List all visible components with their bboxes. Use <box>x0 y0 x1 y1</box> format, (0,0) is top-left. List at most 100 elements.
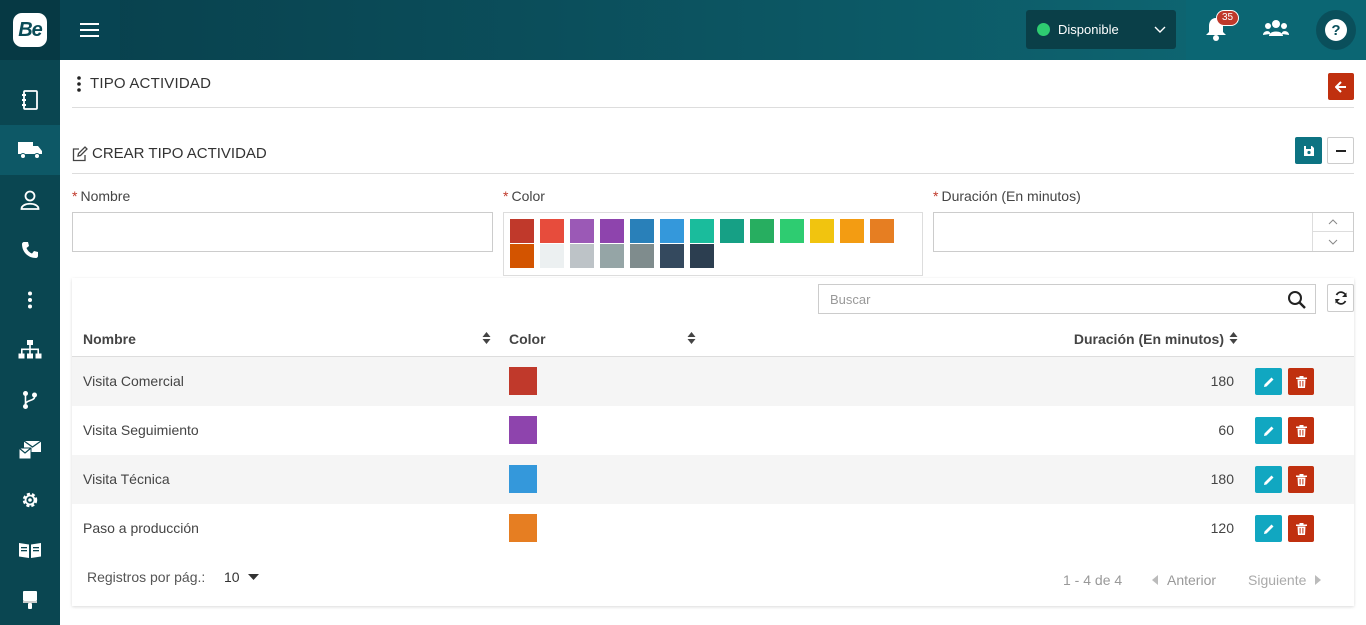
edit-icon <box>72 145 88 161</box>
users-icon <box>1263 20 1289 36</box>
refresh-icon <box>1334 291 1347 305</box>
stepper-up[interactable] <box>1313 213 1353 232</box>
collapse-button[interactable] <box>1327 137 1354 164</box>
edit-button[interactable] <box>1255 368 1282 395</box>
menu-toggle-button[interactable] <box>60 0 120 60</box>
table-header: Nombre Color Duración (En minutos) <box>72 322 1354 357</box>
column-header-color[interactable]: Color <box>509 331 546 347</box>
table-card: Buscar Nombre Color Duración (En minutos… <box>72 278 1354 606</box>
more-vertical-icon[interactable] <box>76 75 82 93</box>
per-page-value: 10 <box>224 569 240 585</box>
required-mark: * <box>503 188 509 204</box>
mail-bulk-icon <box>18 440 42 460</box>
phone-icon <box>22 242 38 258</box>
sidebar-item-more[interactable] <box>0 275 60 325</box>
color-swatch[interactable] <box>600 219 624 243</box>
page-info: 1 - 4 de 4 <box>1063 572 1123 588</box>
row-duration: 180 <box>1210 373 1234 389</box>
name-input[interactable] <box>72 212 493 252</box>
color-swatch[interactable] <box>660 219 684 243</box>
edit-button[interactable] <box>1255 466 1282 493</box>
color-swatch[interactable] <box>690 244 714 268</box>
sidebar-item-settings[interactable] <box>0 475 60 525</box>
back-button[interactable] <box>1328 73 1354 100</box>
color-swatch[interactable] <box>570 219 594 243</box>
row-color-swatch <box>509 514 537 542</box>
search-icon <box>1288 291 1306 309</box>
save-icon <box>1303 145 1314 156</box>
logo-text: Be <box>13 13 47 47</box>
color-swatch[interactable] <box>600 244 624 268</box>
caret-left-icon <box>1152 575 1158 585</box>
sidebar-item-user[interactable] <box>0 175 60 225</box>
color-swatch[interactable] <box>750 219 774 243</box>
delete-button[interactable] <box>1288 417 1314 444</box>
sidebar-item-branch[interactable] <box>0 375 60 425</box>
app-logo[interactable]: Be <box>0 0 60 60</box>
color-swatch[interactable] <box>840 219 864 243</box>
refresh-button[interactable] <box>1327 284 1354 312</box>
save-button[interactable] <box>1295 137 1322 164</box>
sidebar-item-reading[interactable] <box>0 525 60 575</box>
per-page-select[interactable]: 10 <box>224 569 259 585</box>
sidebar-item-org-chart[interactable] <box>0 325 60 375</box>
row-name: Paso a producción <box>83 520 199 536</box>
color-swatch[interactable] <box>630 219 654 243</box>
paint-brush-icon <box>23 591 37 609</box>
chevron-up-icon <box>1328 219 1338 225</box>
color-swatch[interactable] <box>570 244 594 268</box>
sidebar-item-notebook[interactable] <box>0 75 60 125</box>
page-header: TIPO ACTIVIDAD <box>72 60 1354 108</box>
edit-button[interactable] <box>1255 417 1282 444</box>
column-header-name[interactable]: Nombre <box>83 331 136 347</box>
book-reader-icon <box>19 543 41 558</box>
pencil-icon <box>1263 475 1273 485</box>
delete-button[interactable] <box>1288 466 1314 493</box>
help-button[interactable]: ? <box>1316 10 1356 50</box>
color-swatch[interactable] <box>780 219 804 243</box>
sidebar-item-phone[interactable] <box>0 225 60 275</box>
color-swatch[interactable] <box>630 244 654 268</box>
search-input[interactable]: Buscar <box>818 284 1316 314</box>
sidebar-item-truck[interactable] <box>0 125 60 175</box>
trash-icon <box>1295 375 1307 388</box>
prev-page-button[interactable]: Anterior <box>1152 572 1216 588</box>
row-duration: 180 <box>1210 471 1234 487</box>
hamburger-icon <box>80 23 99 37</box>
pencil-icon <box>1263 377 1273 387</box>
trash-icon <box>1295 473 1307 486</box>
code-branch-icon <box>23 391 37 409</box>
row-color-swatch <box>509 367 537 395</box>
sidebar-item-mail[interactable] <box>0 425 60 475</box>
delete-button[interactable] <box>1288 368 1314 395</box>
color-swatch[interactable] <box>510 244 534 268</box>
sort-icon[interactable] <box>687 331 696 345</box>
color-swatch[interactable] <box>540 219 564 243</box>
column-header-duration[interactable]: Duración (En minutos) <box>1074 331 1224 347</box>
color-swatch[interactable] <box>810 219 834 243</box>
sitemap-icon <box>18 340 42 359</box>
edit-button[interactable] <box>1255 515 1282 542</box>
status-select[interactable]: Disponible <box>1026 10 1176 49</box>
duration-input[interactable] <box>933 212 1354 252</box>
pagination: Registros por pág.: 10 1 - 4 de 4 Anteri… <box>72 558 1354 598</box>
sidebar-item-brush[interactable] <box>0 575 60 625</box>
delete-button[interactable] <box>1288 515 1314 542</box>
row-name: Visita Comercial <box>83 373 184 389</box>
notification-badge: 35 <box>1216 10 1240 26</box>
section-header: CREAR TIPO ACTIVIDAD <box>72 134 1354 174</box>
pencil-icon <box>1263 524 1273 534</box>
color-swatch[interactable] <box>690 219 714 243</box>
color-swatch[interactable] <box>870 219 894 243</box>
stepper-down[interactable] <box>1313 232 1353 251</box>
users-button[interactable] <box>1262 16 1290 43</box>
sort-icon[interactable] <box>1229 331 1238 345</box>
color-swatch[interactable] <box>540 244 564 268</box>
next-page-button[interactable]: Siguiente <box>1248 572 1322 588</box>
color-swatch[interactable] <box>720 219 744 243</box>
chevron-down-icon <box>1154 26 1166 33</box>
more-vertical-icon <box>28 291 32 309</box>
color-swatch[interactable] <box>510 219 534 243</box>
color-swatch[interactable] <box>660 244 684 268</box>
sort-icon[interactable] <box>482 331 491 345</box>
